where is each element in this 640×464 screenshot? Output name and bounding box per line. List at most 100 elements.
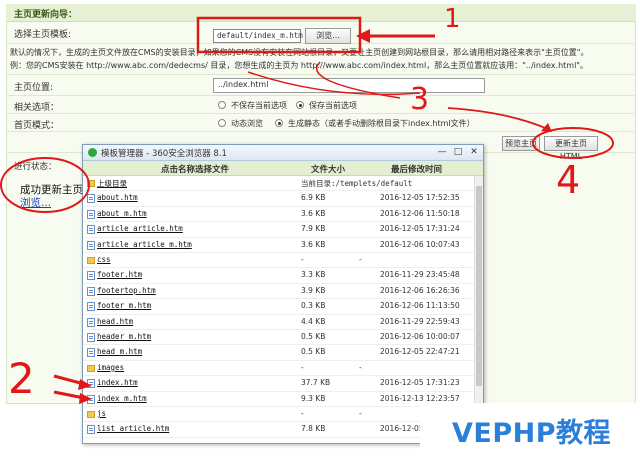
file-date: 2016-12-05 bbox=[380, 424, 424, 434]
file-size: 3.6 KB bbox=[301, 239, 326, 249]
file-size: 9.3 KB bbox=[301, 393, 326, 403]
window-title: 模板管理器 - 360安全浏览器 8.1 bbox=[101, 149, 227, 159]
file-date: 2016-12-06 11:13:50 bbox=[380, 301, 460, 311]
file-icon bbox=[87, 333, 95, 342]
file-row[interactable]: head.htm 4.4 KB 2016-11-29 22:59:43 bbox=[83, 315, 483, 330]
file-size: - bbox=[301, 362, 304, 372]
scrollbar-thumb[interactable] bbox=[476, 186, 482, 386]
file-icon bbox=[87, 302, 95, 312]
keep-off-radio[interactable] bbox=[218, 101, 226, 109]
file-date: - bbox=[359, 362, 362, 372]
file-icon bbox=[87, 194, 95, 204]
file-row[interactable]: about.htm 6.9 KB 2016-12-05 17:52:35 bbox=[83, 191, 483, 207]
file-name-link[interactable]: index_m.htm bbox=[97, 394, 147, 403]
file-icon bbox=[87, 209, 95, 219]
parent-dir-row[interactable]: 上级目录 当前目录:/templets/default bbox=[83, 176, 483, 192]
window-titlebar[interactable]: 模板管理器 - 360安全浏览器 8.1 — □ ✕ bbox=[83, 145, 483, 161]
file-row[interactable]: footertop.htm 3.9 KB 2016-12-06 16:26:36 bbox=[83, 284, 483, 300]
file-size: 4.4 KB bbox=[301, 316, 326, 326]
preview-home-button[interactable]: 预览主页 bbox=[502, 136, 540, 151]
file-date: 2016-11-29 22:59:43 bbox=[380, 316, 460, 326]
keep-off-label: 不保存当前选项 bbox=[231, 101, 287, 110]
folder-icon bbox=[87, 364, 95, 372]
file-name-link[interactable]: footer.htm bbox=[97, 270, 142, 279]
file-date: - bbox=[359, 409, 362, 418]
col-size-header: 文件大小 bbox=[311, 165, 346, 175]
file-icon bbox=[87, 225, 95, 235]
file-row[interactable]: article_article_m.htm 3.6 KB 2016-12-06 10… bbox=[83, 238, 483, 253]
file-name-link[interactable]: images bbox=[97, 363, 124, 372]
file-name-link[interactable]: footertop.htm bbox=[97, 286, 156, 295]
file-name-link[interactable]: about.htm bbox=[97, 193, 138, 202]
file-name-link[interactable]: head.htm bbox=[97, 317, 133, 326]
file-date: 2016-12-06 16:26:36 bbox=[380, 285, 460, 295]
update-home-button[interactable]: 更新主页HTML bbox=[544, 136, 598, 161]
file-row[interactable]: index.htm 37.7 KB 2016-12-05 17:31:23 bbox=[83, 376, 483, 392]
mode-dynamic-radio[interactable] bbox=[218, 119, 226, 127]
file-date: 2016-12-05 17:31:23 bbox=[380, 378, 460, 388]
folder-icon bbox=[87, 257, 95, 264]
file-size: 37.7 KB bbox=[301, 378, 331, 388]
file-name-link[interactable]: js bbox=[97, 409, 106, 418]
file-row[interactable]: header_m.htm 0.5 KB 2016-12-06 10:00:07 bbox=[83, 330, 483, 346]
file-date: 2016-12-05 17:52:35 bbox=[380, 193, 460, 203]
progress-label: 进行状态： bbox=[14, 162, 57, 172]
maximize-icon[interactable]: □ bbox=[451, 146, 465, 159]
file-name-link[interactable]: header_m.htm bbox=[97, 332, 151, 341]
file-icon bbox=[87, 240, 95, 250]
file-name-link[interactable]: footer_m.htm bbox=[97, 301, 151, 310]
file-row[interactable]: about_m.htm 3.6 KB 2016-12-06 11:50:18 bbox=[83, 207, 483, 223]
file-name-link[interactable]: about_m.htm bbox=[97, 209, 147, 218]
file-table-header: 点击名称选择文件 文件大小 最后修改时间 bbox=[83, 161, 483, 176]
file-icon bbox=[87, 271, 95, 281]
note-line-2: 例：您的CMS安装在 http://www.abc.com/dedecms/ 目… bbox=[10, 61, 588, 70]
keep-on-radio[interactable] bbox=[296, 101, 304, 109]
mode-label: 首页模式： bbox=[14, 121, 60, 131]
template-update-page: 主页更新向导： 选择主页模板: default/index_m.htm 浏览..… bbox=[0, 0, 640, 464]
watermark-logo: VEPHP教程 bbox=[420, 403, 640, 464]
file-name-link[interactable]: article_article_m.htm bbox=[97, 240, 192, 249]
browse-button[interactable]: 浏览... bbox=[305, 28, 351, 44]
file-date: 2016-12-05 17:31:24 bbox=[380, 224, 460, 234]
file-icon bbox=[87, 379, 95, 389]
file-size: 0.5 KB bbox=[301, 332, 326, 341]
file-name-link[interactable]: list_article.htm bbox=[97, 424, 169, 433]
minimize-icon[interactable]: — bbox=[435, 146, 449, 159]
parent-dir-link[interactable]: 上级目录 bbox=[97, 178, 127, 189]
file-name-link[interactable]: css bbox=[97, 255, 111, 264]
file-date: 2016-12-06 11:50:18 bbox=[380, 208, 460, 218]
position-input[interactable]: ../index.html bbox=[213, 78, 485, 93]
file-name-link[interactable]: index.htm bbox=[97, 378, 138, 387]
preview-link[interactable]: 浏览... bbox=[20, 195, 51, 210]
file-icon bbox=[87, 317, 95, 327]
panel-header: 主页更新向导： bbox=[6, 4, 636, 22]
file-size: 3.6 KB bbox=[301, 208, 326, 218]
file-name-link[interactable]: article_article.htm bbox=[97, 224, 183, 233]
file-date: 2016-12-13 12:23:57 bbox=[380, 393, 460, 403]
note-line-1: 默认的情况下，生成的主页文件放在CMS的安装目录，如果您的CMS没有安装在网站根… bbox=[10, 48, 589, 57]
file-size: 3.9 KB bbox=[301, 285, 326, 295]
position-label: 主页位置: bbox=[14, 83, 54, 93]
file-row[interactable]: article_article.htm 7.9 KB 2016-12-05 17:3… bbox=[83, 222, 483, 238]
folder-row[interactable]: images - - bbox=[83, 361, 483, 377]
mode-static-radio[interactable] bbox=[275, 119, 283, 127]
close-icon[interactable]: ✕ bbox=[467, 146, 481, 159]
col-name-header: 点击名称选择文件 bbox=[161, 165, 230, 175]
file-name-link[interactable]: head_m.htm bbox=[97, 347, 142, 356]
file-row[interactable]: head_m.htm 0.5 KB 2016-12-05 22:47:21 bbox=[83, 345, 483, 361]
folder-icon bbox=[87, 411, 95, 418]
file-date: 2016-12-06 10:00:07 bbox=[380, 332, 460, 341]
options-label: 相关选项： bbox=[14, 103, 60, 113]
folder-up-icon bbox=[87, 180, 95, 187]
file-size: 6.9 KB bbox=[301, 193, 326, 203]
template-manager-window: 模板管理器 - 360安全浏览器 8.1 — □ ✕ 点击名称选择文件 文件大小… bbox=[82, 144, 484, 444]
mode-dynamic-label: 动态浏览 bbox=[231, 119, 263, 128]
folder-row[interactable]: css - - bbox=[83, 253, 483, 269]
current-dir: 当前目录:/templets/default bbox=[301, 179, 413, 188]
panel-title: 主页更新向导： bbox=[14, 10, 78, 20]
file-icon bbox=[87, 286, 95, 296]
file-row[interactable]: footer_m.htm 0.3 KB 2016-12-06 11:13:50 bbox=[83, 299, 483, 315]
file-row[interactable]: footer.htm 3.3 KB 2016-11-29 23:45:48 bbox=[83, 268, 483, 284]
template-input[interactable]: default/index_m.htm bbox=[213, 29, 303, 43]
keep-on-label: 保存当前选项 bbox=[309, 101, 357, 110]
